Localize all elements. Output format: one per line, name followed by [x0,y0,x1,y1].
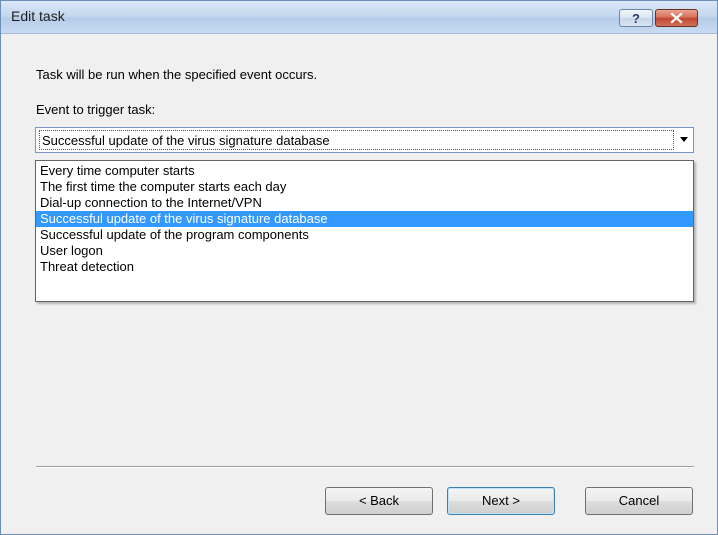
event-select-value: Successful update of the virus signature… [39,130,674,150]
event-options-list[interactable]: Every time computer starts The first tim… [35,160,694,302]
event-option-signature-update[interactable]: Successful update of the virus signature… [36,211,693,227]
event-option-dialup-connection[interactable]: Dial-up connection to the Internet/VPN [36,195,693,211]
close-icon [670,12,683,24]
svg-text:?: ? [632,11,640,26]
event-option-program-components-update[interactable]: Successful update of the program compone… [36,227,693,243]
help-icon: ? [632,11,640,26]
close-button[interactable] [655,9,698,27]
event-option-computer-starts[interactable]: Every time computer starts [36,163,693,179]
event-option-user-logon[interactable]: User logon [36,243,693,259]
edit-task-dialog: Edit task ? Task will be run when the sp… [0,0,718,535]
event-label: Event to trigger task: [36,102,156,117]
event-option-threat-detection[interactable]: Threat detection [36,259,693,275]
event-trigger-select[interactable]: Successful update of the virus signature… [35,127,694,153]
title-bar[interactable]: Edit task ? [1,1,717,34]
chevron-down-icon[interactable] [679,136,689,144]
help-button[interactable]: ? [619,9,653,27]
footer-separator [36,466,694,468]
back-button[interactable]: < Back [325,487,433,515]
window-title: Edit task [11,8,65,24]
event-option-first-start-each-day[interactable]: The first time the computer starts each … [36,179,693,195]
instruction-text: Task will be run when the specified even… [36,67,318,82]
next-button[interactable]: Next > [447,487,555,515]
cancel-button[interactable]: Cancel [585,487,693,515]
